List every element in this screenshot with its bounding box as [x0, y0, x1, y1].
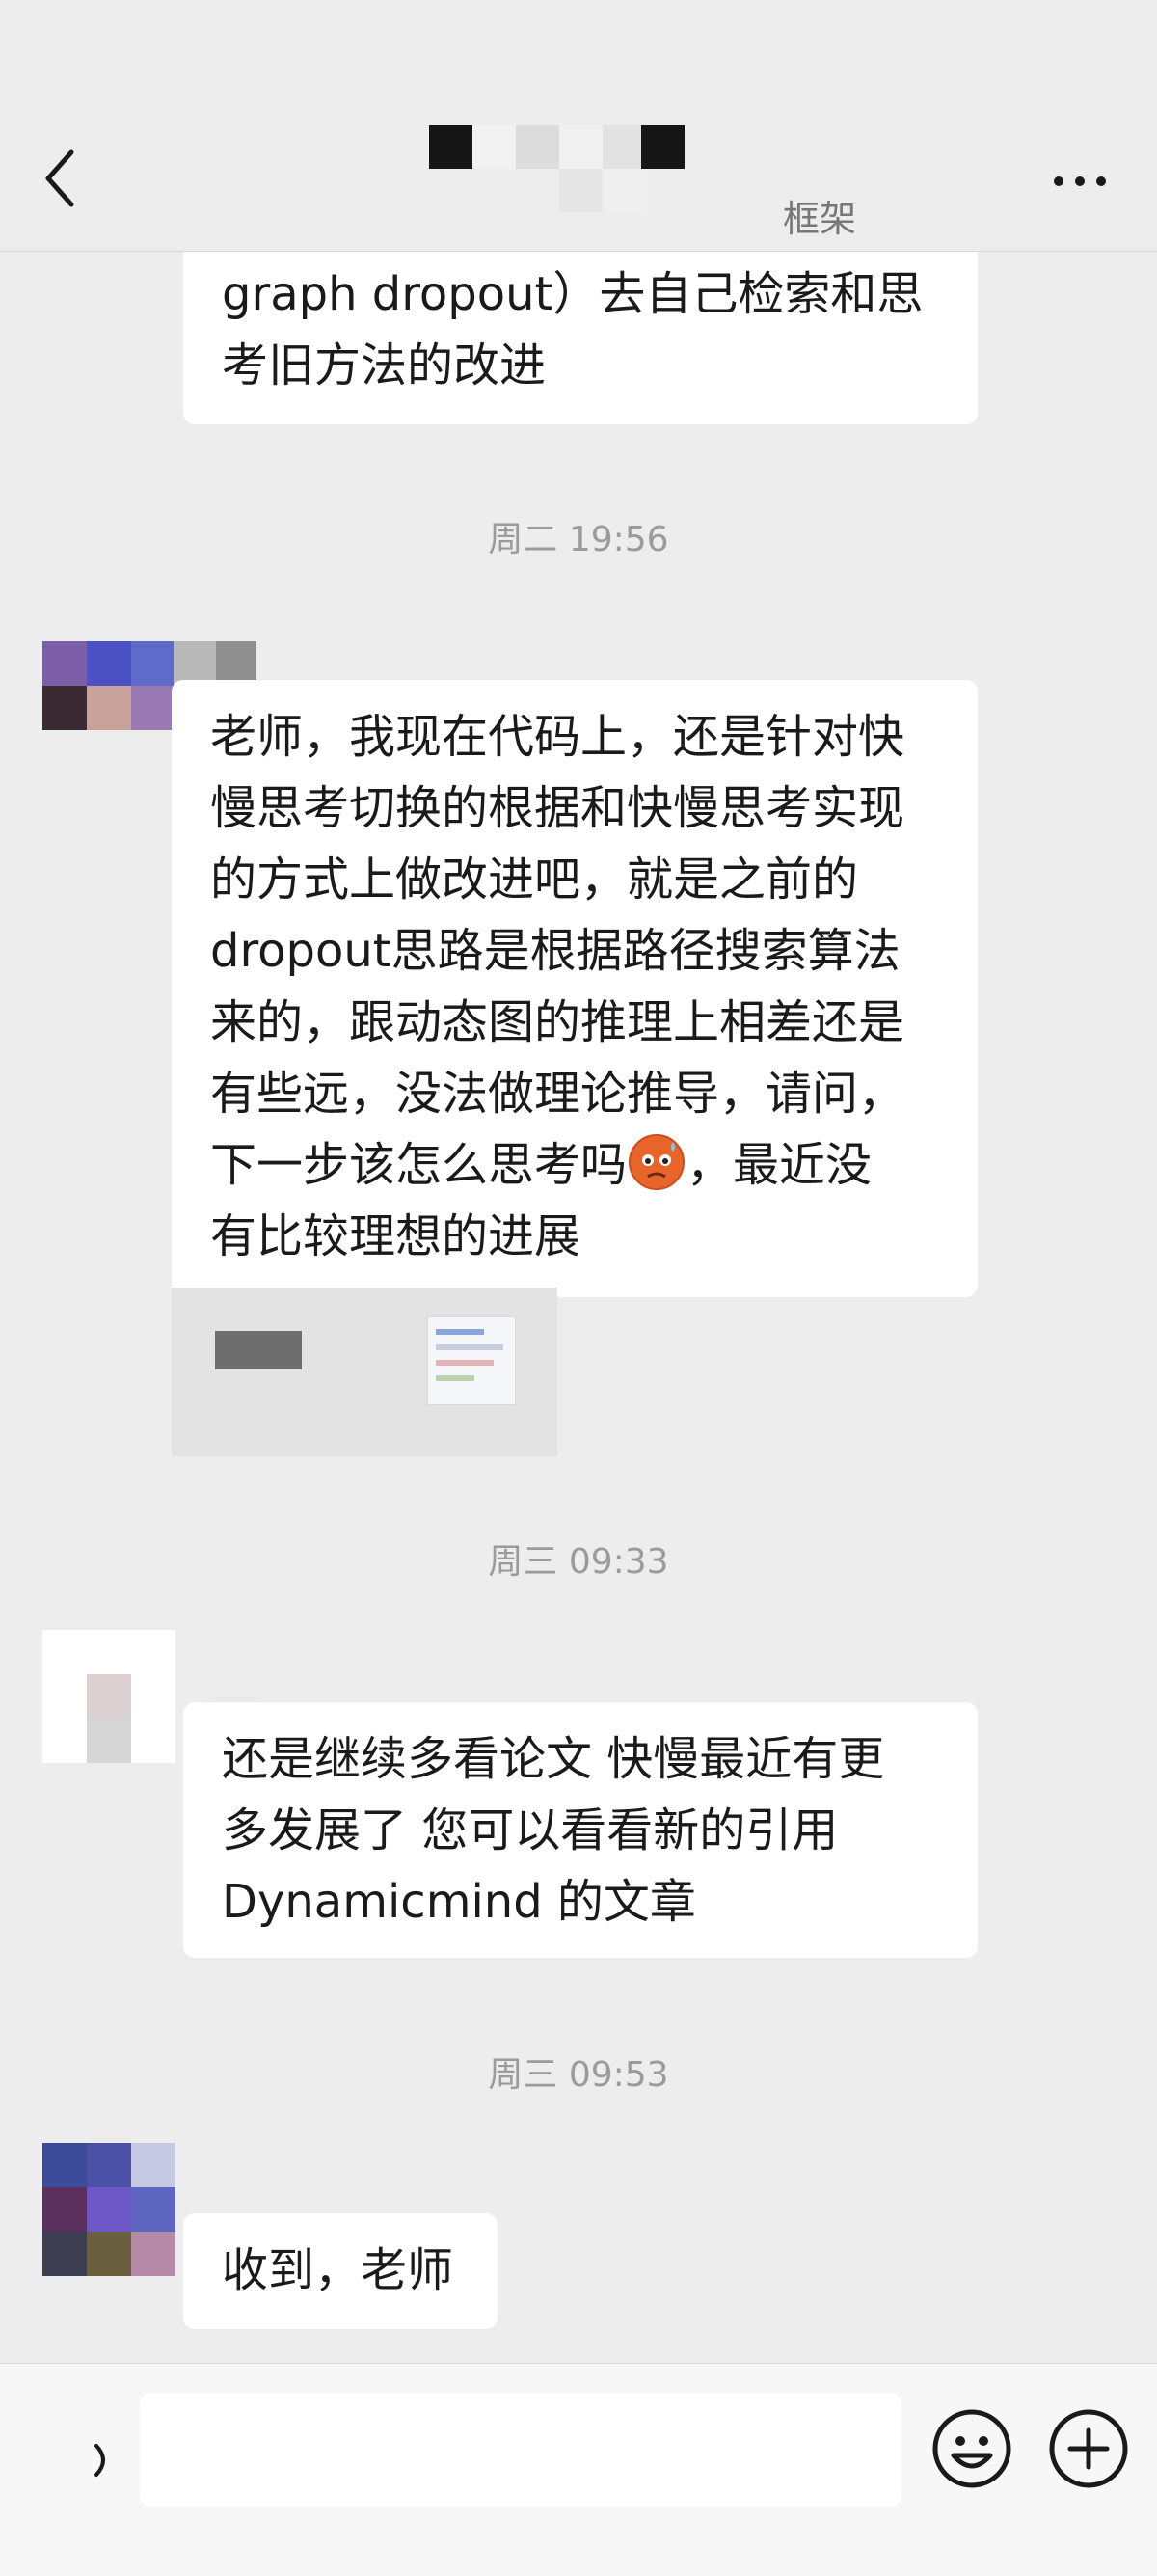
message-input[interactable] [140, 2393, 901, 2507]
quote-thumbnail [427, 1316, 516, 1405]
avatar[interactable] [42, 2143, 177, 2278]
message-text: Dynamicmind 的文章 [222, 1875, 696, 1929]
message-text: 还是继续多看论文 快慢最近有更 [222, 1732, 885, 1786]
message-text: 有比较理想的进展 [210, 1209, 581, 1263]
message-text: 收到，老师 [222, 2243, 454, 2297]
chat-header: 框架 [0, 0, 1157, 252]
composer-bar [0, 2363, 1157, 2576]
message-text: 有些远，没法做理论推导，请问， [210, 1067, 905, 1121]
avatar[interactable] [42, 1630, 177, 1765]
emoji-icon[interactable] [930, 2407, 1013, 2490]
plus-icon[interactable] [1047, 2407, 1130, 2490]
message-bubble[interactable]: 收到，老师 [183, 2213, 498, 2329]
timestamp: 周三 09:53 [488, 2055, 669, 2095]
message-bubble[interactable]: 还是继续多看论文 快慢最近有更 多发展了 您可以看看新的引用 Dynamicmi… [183, 1702, 978, 1958]
message-text: dropout思路是根据路径搜索算法 [210, 924, 901, 978]
message-text: 多发展了 您可以看看新的引用 [222, 1803, 839, 1857]
message-text: graph dropout）去自己检索和思 [222, 267, 924, 321]
message-text: 来的，跟动态图的推理上相差还是 [210, 995, 905, 1049]
quote-text-redacted [215, 1331, 302, 1369]
voice-input-icon[interactable] [77, 2427, 135, 2494]
message-text: 下一步该怎么思考吗 [210, 1138, 628, 1192]
quoted-reference-card[interactable] [172, 1288, 557, 1456]
message-text: 慢思考切换的根据和快慢思考实现 [210, 781, 905, 835]
message-text: ，最近没 [686, 1138, 873, 1192]
message-bubble[interactable]: 老师，我现在代码上，还是针对快 慢思考切换的根据和快慢思考实现 的方式上做改进吧… [172, 680, 978, 1297]
message-text: 老师，我现在代码上，还是针对快 [210, 710, 905, 764]
timestamp: 周三 09:33 [488, 1542, 669, 1582]
message-bubble[interactable]: graph dropout）去自己检索和思 考旧方法的改进 [183, 241, 978, 424]
message-text-line-7: 下一步该怎么思考吗 ，最近没 [210, 1129, 939, 1201]
back-icon[interactable] [37, 145, 85, 212]
hot-face-emoji-icon [627, 1132, 686, 1192]
message-text: 的方式上做改进吧，就是之前的 [210, 853, 859, 907]
timestamp: 周二 19:56 [488, 520, 669, 559]
chat-title-redacted [424, 125, 685, 212]
more-options-icon[interactable] [1051, 162, 1109, 201]
message-text: 考旧方法的改进 [222, 339, 547, 393]
chat-title-fragment: 框架 [783, 198, 857, 240]
avatar[interactable] [42, 641, 177, 776]
